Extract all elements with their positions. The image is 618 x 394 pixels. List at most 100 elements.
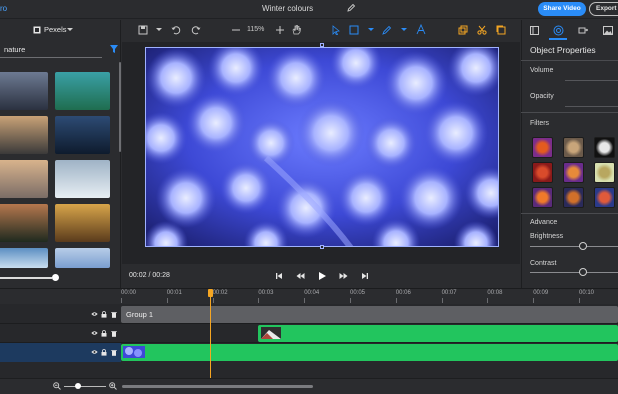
filter-preset-9[interactable] (594, 187, 615, 208)
timeline-zoom-handle[interactable] (75, 383, 81, 389)
copy-icon[interactable] (496, 25, 506, 35)
share-video-button[interactable]: Share Video (538, 2, 586, 16)
layout-icon[interactable] (530, 26, 539, 35)
filter-preset-6[interactable] (594, 162, 615, 183)
duplicate-icon[interactable] (458, 25, 468, 35)
playhead-handle[interactable] (208, 289, 213, 297)
filter-preset-8[interactable] (563, 187, 584, 208)
media-thumbnail-snow-hill[interactable] (55, 160, 110, 198)
filter-preset-2[interactable] (563, 137, 584, 158)
chevron-down-icon[interactable] (156, 28, 162, 32)
rewind-icon[interactable] (296, 272, 305, 280)
divider (521, 213, 618, 214)
media-size-slider[interactable] (0, 277, 52, 279)
eye-icon[interactable] (91, 349, 98, 355)
timeline-tick (258, 298, 260, 303)
chevron-down-icon[interactable] (67, 28, 73, 32)
media-thumbnail-windmill-sunset[interactable] (0, 116, 48, 154)
app-logo[interactable]: ro (0, 4, 7, 13)
media-scrollbar[interactable] (119, 62, 121, 152)
scissors-icon[interactable] (477, 25, 487, 35)
timeline-tick (350, 298, 351, 303)
timeline-tick (579, 298, 580, 303)
chevron-down-icon[interactable] (401, 28, 407, 32)
pencil-icon[interactable] (346, 3, 356, 13)
eye-icon[interactable] (91, 311, 98, 317)
filter-preset-5[interactable] (563, 162, 584, 183)
video-preview[interactable] (145, 47, 499, 247)
media-thumbnail-autumn-road[interactable] (55, 204, 110, 242)
redo-icon[interactable] (191, 25, 201, 35)
hand-pan-icon[interactable] (291, 24, 302, 35)
contrast-slider-handle[interactable] (578, 268, 587, 276)
track-divider (0, 323, 618, 324)
zoom-out-icon[interactable] (53, 382, 61, 390)
export-video-button[interactable]: Export Vi (589, 2, 618, 16)
playback-time: 00:02 / 00:28 (129, 272, 170, 279)
media-size-slider-handle[interactable] (52, 274, 59, 281)
chevron-down-icon[interactable] (368, 28, 374, 32)
media-thumbnail-coast[interactable] (55, 72, 110, 110)
zoom-out-icon[interactable] (231, 25, 241, 35)
zoom-in-icon[interactable] (275, 25, 285, 35)
trash-icon[interactable] (111, 330, 117, 337)
timeline-tick (304, 298, 306, 303)
text-tool-icon[interactable] (416, 24, 426, 35)
object-properties-tab-icon[interactable] (553, 25, 564, 36)
rectangle-tool-icon[interactable] (349, 25, 359, 35)
current-time: 00:02 (129, 272, 147, 279)
contrast-slider[interactable] (530, 272, 618, 273)
media-thumbnail-sea[interactable] (0, 248, 48, 268)
filter-preset-7[interactable] (532, 187, 553, 208)
zoom-in-icon[interactable] (109, 382, 117, 390)
eye-icon[interactable] (91, 330, 98, 336)
media-thumbnail-mountain[interactable] (0, 72, 48, 110)
lock-icon[interactable] (101, 311, 107, 318)
timeline-scrollbar[interactable] (122, 385, 313, 388)
skip-end-icon[interactable] (361, 272, 369, 280)
media-source-dropdown[interactable]: Pexels (44, 25, 67, 34)
fast-forward-icon[interactable] (339, 272, 348, 280)
filter-preset-1[interactable] (532, 137, 553, 158)
brightness-slider[interactable] (530, 246, 618, 247)
playhead[interactable] (210, 291, 211, 379)
group-clip[interactable] (121, 306, 618, 323)
timeline-tick-label: 00:06 (395, 290, 411, 296)
volume-slider[interactable] (565, 80, 618, 81)
lock-icon[interactable] (101, 330, 107, 337)
timeline-tick-label: 00:04 (304, 290, 320, 296)
media-thumbnail-lake-night[interactable] (55, 116, 110, 154)
image-icon[interactable] (603, 26, 613, 35)
lock-icon[interactable] (101, 349, 107, 356)
project-title[interactable]: Winter colours (262, 4, 313, 13)
transform-icon[interactable] (578, 26, 588, 35)
volume-label: Volume (530, 67, 554, 74)
timeline-tick-label: 00:02 (212, 290, 228, 296)
brightness-slider-handle[interactable] (578, 242, 587, 250)
search-input[interactable]: nature (4, 45, 25, 54)
filter-preset-3[interactable] (594, 137, 615, 158)
trash-icon[interactable] (111, 349, 117, 356)
save-icon[interactable] (138, 25, 148, 35)
media-thumbnail-dusk-field[interactable] (0, 204, 48, 242)
play-icon[interactable] (318, 271, 327, 281)
pen-tool-icon[interactable] (382, 25, 392, 35)
timeline-tick (487, 298, 489, 303)
search-underline (0, 57, 102, 58)
video-clip[interactable] (121, 344, 618, 361)
skip-start-icon[interactable] (275, 272, 283, 280)
opacity-slider[interactable] (565, 106, 618, 107)
pointer-select-icon[interactable] (331, 25, 341, 35)
filter-icon[interactable] (110, 45, 118, 53)
video-clip[interactable] (258, 325, 618, 342)
resize-handle-top[interactable] (320, 43, 324, 47)
trash-icon[interactable] (111, 311, 117, 318)
timeline-zoom-slider[interactable] (64, 386, 106, 387)
media-thumbnail-sky[interactable] (55, 248, 110, 268)
properties-title: Object Properties (530, 45, 596, 55)
resize-handle-bottom[interactable] (320, 245, 324, 249)
media-thumbnail-clouds[interactable] (0, 160, 48, 198)
filter-preset-4[interactable] (532, 162, 553, 183)
snowy-forest-image (146, 48, 498, 246)
undo-icon[interactable] (171, 25, 181, 35)
